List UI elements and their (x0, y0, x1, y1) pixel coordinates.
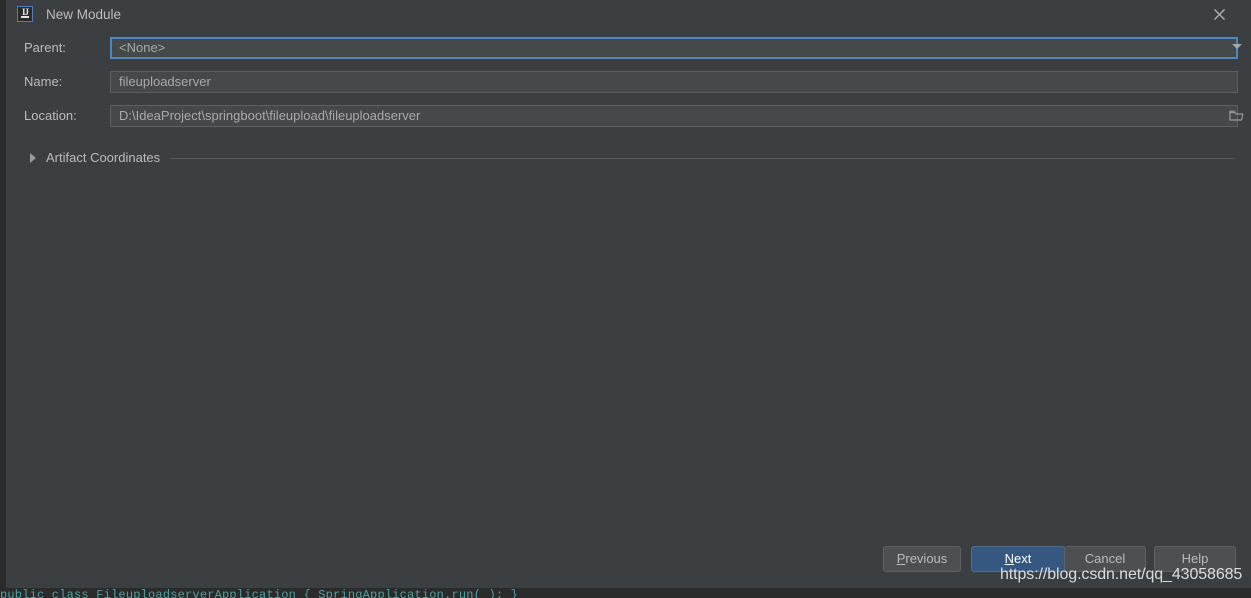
next-button[interactable]: Next (971, 546, 1065, 572)
location-input[interactable]: D:\IdeaProject\springboot\fileupload\fil… (110, 105, 1238, 127)
intellij-idea-icon: IJ (17, 6, 33, 22)
app-icon-underline (21, 16, 29, 18)
section-divider (170, 158, 1234, 159)
parent-combobox[interactable]: <None> (110, 37, 1238, 59)
new-module-dialog: IJ New Module Parent: <None> Name: fileu… (6, 0, 1251, 588)
dialog-footer: Previous Next Cancel Help (6, 534, 1251, 588)
form-row-location: Location: D:\IdeaProject\springboot\file… (6, 105, 1251, 127)
artifact-coordinates-label[interactable]: Artifact Coordinates (46, 150, 160, 165)
artifact-coordinates-section[interactable]: Artifact Coordinates (6, 149, 1251, 167)
location-label: Location: (24, 108, 77, 123)
help-button[interactable]: Help (1154, 546, 1236, 572)
cancel-button[interactable]: Cancel (1064, 546, 1146, 572)
name-input[interactable]: fileuploadserver (110, 71, 1238, 93)
triangle-right-icon[interactable] (30, 153, 36, 163)
dialog-title: New Module (46, 7, 122, 22)
folder-glyph (1229, 110, 1244, 121)
previous-button[interactable]: Previous (883, 546, 961, 572)
form-row-parent: Parent: <None> (6, 37, 1251, 59)
close-icon[interactable] (1201, 0, 1239, 29)
dialog-titlebar: IJ New Module (6, 0, 1251, 29)
form-row-name: Name: fileuploadserver (6, 71, 1251, 93)
folder-icon[interactable] (1229, 109, 1244, 126)
parent-label: Parent: (24, 40, 66, 55)
close-glyph (1214, 9, 1225, 20)
chevron-down-icon[interactable] (1232, 44, 1242, 49)
ide-code-line: public class FileuploadserverApplication… (0, 589, 519, 598)
name-label: Name: (24, 74, 63, 89)
